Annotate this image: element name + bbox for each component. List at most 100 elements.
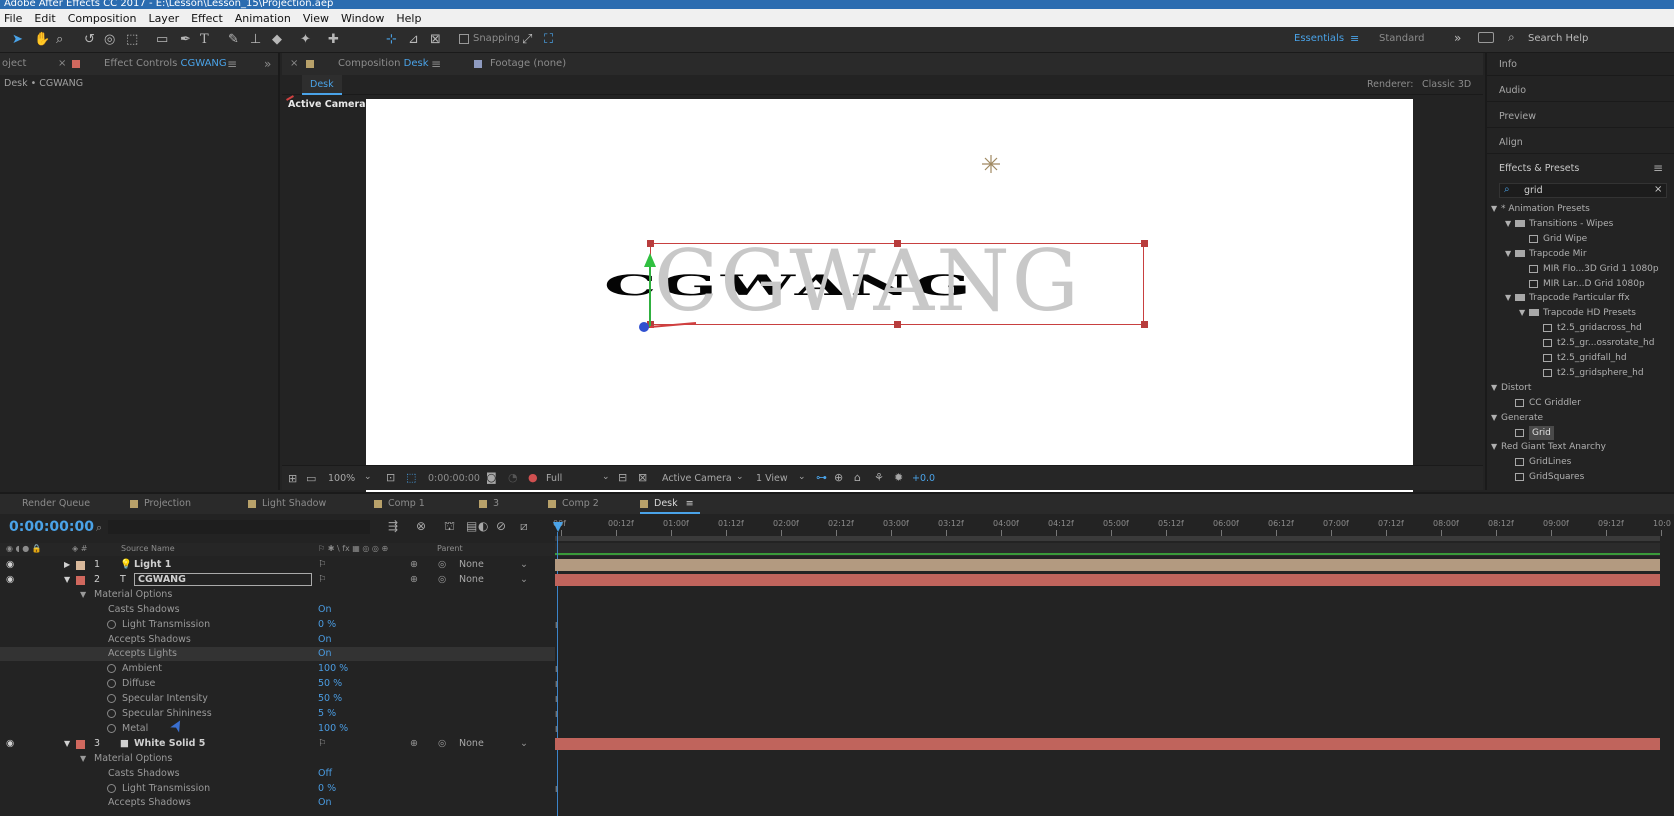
property-value[interactable]: On [318,647,332,661]
snapshot-icon[interactable]: ◙ [486,471,497,484]
property-row[interactable]: Light Transmission 0 % [0,618,555,632]
property-value[interactable]: On [318,633,332,647]
axis-gizmo-icon[interactable] [636,249,716,334]
timeline-tab[interactable]: 3 [479,494,499,514]
source-name-header[interactable]: Source Name [121,544,175,553]
parent-select[interactable]: None [459,573,484,587]
zoom-tool-icon[interactable]: ⌕ [56,32,63,47]
switch-shy-icon[interactable]: ⚐ [318,737,327,751]
timeline-tab[interactable]: Light Shadow [248,494,326,514]
property-value[interactable]: 0 % [318,782,336,796]
eye-icon[interactable]: ◉ [6,558,14,572]
menu-edit[interactable]: Edit [34,12,55,25]
menu-effect[interactable]: Effect [191,12,223,25]
panel-menu-icon[interactable]: ≡ [686,498,694,509]
label-color-swatch[interactable] [76,561,85,570]
property-row[interactable]: Ambient 100 % [0,662,555,676]
type-tool-icon[interactable]: T [200,32,209,47]
timeline-search-icon[interactable]: ⌕ [96,521,102,535]
property-row[interactable]: Specular Shininess 5 % [0,707,555,721]
parent-select[interactable]: None [459,558,484,572]
rotate-tool-icon[interactable]: ↺ [84,32,95,47]
property-row[interactable]: Accepts Lights On [0,647,555,662]
stopwatch-icon[interactable] [107,783,116,793]
view-axis-icon[interactable]: ⊠ [430,32,441,47]
work-area-bar[interactable] [555,536,1660,541]
exposure-value[interactable]: +0.0 [912,473,935,484]
property-value[interactable]: 100 % [318,722,348,736]
graph-editor-icon[interactable]: ⊘ [496,519,506,533]
flowchart-icon[interactable]: ⚘ [874,471,884,484]
panel-menu-icon[interactable]: ≡ [431,53,441,75]
show-snapshot-icon[interactable]: ◔ [508,471,518,484]
effects-tree-item[interactable]: ▼ Trapcode Mir [1487,247,1674,261]
switch-shy-icon[interactable]: ⚐ [318,573,327,587]
workspace-menu-icon[interactable]: ≡ [1350,32,1359,45]
menu-composition[interactable]: Composition [68,12,137,25]
graph-toggle-icon[interactable]: ⧄ [520,519,528,534]
layer-row[interactable]: ◉ ▶ 1 💡 ⚐ ⊕ ◎ ⌄ Light 1 None [0,558,555,572]
effects-tree-item[interactable]: t2.5_gridacross_hd [1487,321,1674,335]
property-value[interactable]: 100 % [318,662,348,676]
parent-pickwhip-icon[interactable]: ◎ [438,737,446,751]
layer-row[interactable]: ◉ ▼ 2 T ⚐ ⊕ ◎ ⌄ CGWANG None [0,572,555,587]
transform-handle[interactable] [1141,240,1148,247]
layer-row[interactable]: ◉ ▼ 3 ■ ⚐ ⊕ ◎ ⌄ White Solid 5 None [0,737,555,751]
effects-tree-item[interactable]: ▼ Red Giant Text Anarchy [1487,440,1674,454]
region-icon[interactable]: ⬚ [406,471,416,484]
timeline-tab[interactable]: Projection [130,494,191,514]
property-value[interactable]: 5 % [318,707,336,721]
layer-duration-bar[interactable] [555,737,1660,750]
property-value[interactable]: 50 % [318,692,342,706]
disclosure-triangle-icon[interactable]: ▼ [80,752,86,766]
composition-canvas[interactable]: CGWANG CGWANG [366,99,1413,508]
disclosure-triangle-icon[interactable]: ▼ [64,573,70,587]
comp-flowchart-icon[interactable]: ⇶ [388,519,398,533]
tab-composition-desk[interactable]: Composition Desk [338,53,429,75]
disclosure-triangle-icon[interactable]: ▼ [1491,440,1497,454]
effects-tree-item[interactable]: ▼ Trapcode Particular ffx [1487,291,1674,305]
layer-duration-bar[interactable] [555,559,1660,571]
panel-audio[interactable]: Audio [1499,85,1526,96]
effects-tree-item[interactable]: CC Griddler [1487,396,1674,410]
puppet-tool-icon[interactable]: ✚ [328,32,339,47]
transform-handle[interactable] [647,240,654,247]
selection-tool-icon[interactable]: ➤ [12,32,23,47]
parent-select[interactable]: None [459,737,484,751]
layer-duration-bar[interactable] [555,573,1660,586]
timeline-tab[interactable]: Comp 2 [548,494,599,514]
clone-stamp-icon[interactable]: ⊥ [250,32,261,47]
eraser-tool-icon[interactable]: ◆ [272,32,282,47]
material-options-group[interactable]: ▼ Material Options [0,588,555,602]
brush-tool-icon[interactable]: ✎ [228,32,239,47]
panel-preview[interactable]: Preview [1499,111,1536,122]
menu-view[interactable]: View [303,12,329,25]
panel-align[interactable]: Align [1499,137,1523,148]
property-row[interactable]: Casts Shadows On [0,603,555,617]
tab-project[interactable]: oject [2,53,26,75]
monitor-icon[interactable]: ▭ [306,472,316,485]
effects-tree-item[interactable]: t2.5_gridsphere_hd [1487,366,1674,380]
workspace-standard[interactable]: Standard [1379,33,1425,44]
parent-pickwhip-icon[interactable]: ◎ [438,573,446,587]
menu-animation[interactable]: Animation [235,12,291,25]
parent-header[interactable]: Parent [437,544,463,553]
menu-help[interactable]: Help [396,12,421,25]
reset-exposure-icon[interactable]: ⊕ [834,471,843,484]
world-axis-icon[interactable]: ⊿ [408,32,419,47]
resolution-select[interactable]: Full [546,473,562,484]
keyboard-shortcuts-icon[interactable] [1478,32,1494,43]
transparency-grid-icon[interactable]: ⊠ [638,471,647,484]
property-row[interactable]: Specular Intensity 50 % [0,692,555,706]
tab-footage[interactable]: Footage (none) [490,53,566,75]
property-value[interactable]: Off [318,767,332,781]
effects-tree-item[interactable]: Grid [1487,425,1674,440]
menu-layer[interactable]: Layer [148,12,179,25]
property-value[interactable]: On [318,603,332,617]
playhead-handle[interactable] [553,522,563,532]
hand-tool-icon[interactable]: ✋ [34,32,50,47]
effects-tree-item[interactable]: Grid Wipe [1487,232,1674,246]
menu-window[interactable]: Window [341,12,384,25]
draft-3d-toggle-icon[interactable]: ⊗ [416,519,426,533]
layer-bounding-box[interactable] [650,243,1144,325]
